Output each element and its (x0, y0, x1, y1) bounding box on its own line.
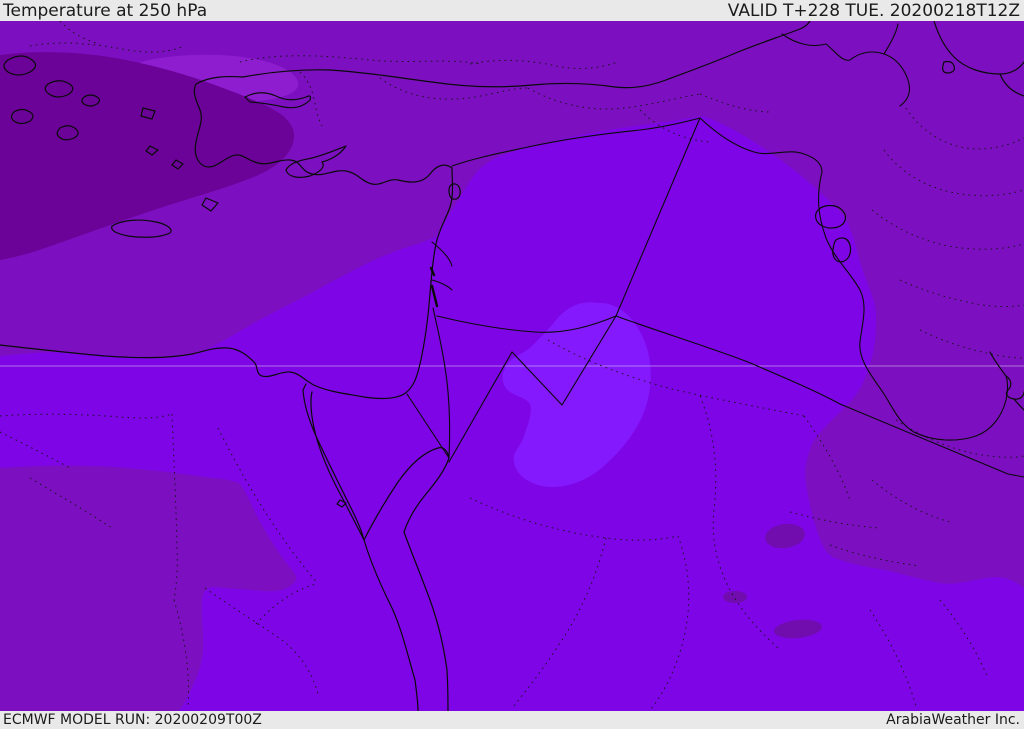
temperature-map-svg (0, 21, 1024, 711)
map-canvas (0, 21, 1024, 711)
map-title: Temperature at 250 hPa (3, 0, 208, 21)
footer-bar: ECMWF MODEL RUN: 20200209T00Z ArabiaWeat… (0, 711, 1024, 729)
model-run-label: ECMWF MODEL RUN: 20200209T00Z (3, 711, 262, 728)
header-bar: Temperature at 250 hPa VALID T+228 TUE. … (0, 0, 1024, 21)
valid-time-label: VALID T+228 TUE. 20200218T12Z (727, 0, 1020, 21)
dark-spot (723, 591, 747, 603)
weather-map-frame: Temperature at 250 hPa VALID T+228 TUE. … (0, 0, 1024, 729)
brand-label: ArabiaWeather Inc. (886, 711, 1020, 728)
